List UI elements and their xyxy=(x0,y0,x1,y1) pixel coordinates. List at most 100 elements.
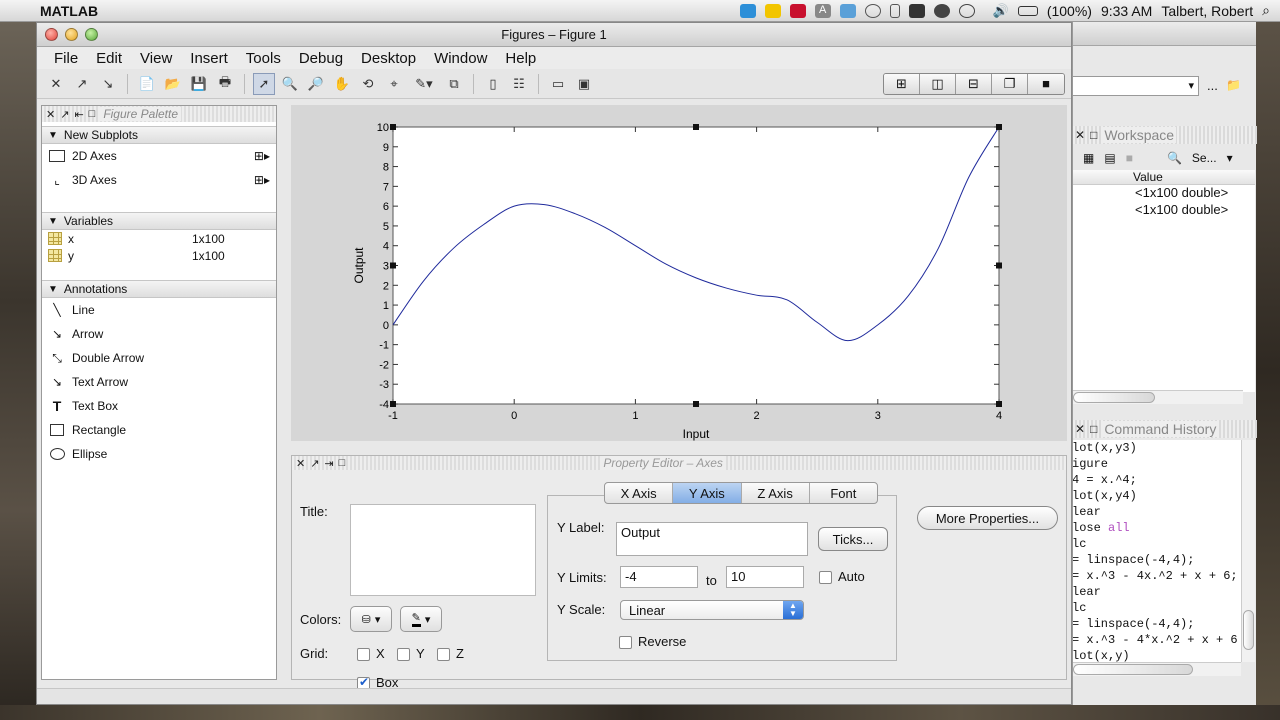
time-machine-icon[interactable] xyxy=(958,3,975,18)
axes-background[interactable] xyxy=(392,126,1000,405)
save-workspace-icon[interactable]: ▤ xyxy=(1104,151,1115,165)
history-line[interactable]: igure xyxy=(1073,456,1241,472)
history-line[interactable]: lot(x,y4) xyxy=(1073,488,1241,504)
figure-canvas[interactable]: -1 0 1 2 3 4 -4 -3 -2 -1 0 1 2 3 4 5 6 7 8 9 10 Input Output xyxy=(291,105,1067,441)
y-scale-select[interactable]: Linear ▲ ▼ xyxy=(620,600,804,620)
command-history-header[interactable]: ✕ □ Command History xyxy=(1073,420,1257,438)
section-annotations[interactable]: ▼ Annotations xyxy=(42,280,276,298)
history-line[interactable]: 4 = x.^4; xyxy=(1073,472,1241,488)
ticks-button[interactable]: Ticks... xyxy=(818,527,888,551)
selection-handle[interactable] xyxy=(390,401,396,407)
edit-plot-pointer-icon[interactable]: ➚ xyxy=(253,72,275,95)
selection-handle[interactable] xyxy=(390,124,396,130)
history-line[interactable]: = x.^3 - 4x.^2 + x + 6; xyxy=(1073,568,1241,584)
scrollbar-thumb[interactable] xyxy=(1243,610,1254,650)
section-variables[interactable]: ▼ Variables xyxy=(42,212,276,230)
history-line[interactable]: lose all xyxy=(1073,520,1241,536)
table-row[interactable]: <1x100 double> xyxy=(1073,202,1255,219)
twitter-icon[interactable] xyxy=(739,3,756,18)
collapse-triangle-icon[interactable]: ▼ xyxy=(48,284,58,295)
title-textarea[interactable] xyxy=(350,504,536,596)
chevron-down-icon[interactable]: ▾ xyxy=(1227,151,1233,165)
face-color-picker[interactable]: ⛁ ▾ xyxy=(350,606,392,632)
minimize-property-editor-icon[interactable]: ⇥ xyxy=(324,457,333,470)
evernote-icon[interactable] xyxy=(908,3,925,18)
open-file-icon[interactable]: 📂 xyxy=(162,73,184,95)
selection-handle[interactable] xyxy=(390,262,396,269)
red-app-icon[interactable] xyxy=(789,3,806,18)
notes-icon[interactable] xyxy=(764,3,781,18)
pan-hand-icon[interactable]: ✋ xyxy=(331,73,353,95)
data-cursor-icon[interactable]: ⌖ xyxy=(383,73,405,95)
command-history-horizontal-scrollbar[interactable] xyxy=(1073,662,1241,676)
section-new-subplots[interactable]: ▼ New Subplots xyxy=(42,126,276,144)
y-axis-label[interactable]: Output xyxy=(352,247,366,284)
new-figure-icon[interactable]: 📄 xyxy=(136,73,158,95)
window-titlebar[interactable]: Figures – Figure 1 xyxy=(37,23,1071,47)
selection-handle[interactable] xyxy=(693,124,699,130)
palette-header[interactable]: ✕ ↗ ⇤ □ Figure Palette xyxy=(42,106,276,122)
variable-row-x[interactable]: x 1x100 xyxy=(42,230,276,247)
scrollbar-thumb[interactable] xyxy=(1073,392,1155,403)
workspace-search-label[interactable]: Se... xyxy=(1192,151,1217,165)
menu-view[interactable]: View xyxy=(131,50,181,67)
device-icon[interactable] xyxy=(889,3,900,18)
collapse-triangle-icon[interactable]: ▼ xyxy=(48,130,58,141)
value-column-header[interactable]: Value xyxy=(1073,170,1255,185)
edge-color-picker[interactable]: ✎ ▾ xyxy=(400,606,442,632)
history-line[interactable]: lear xyxy=(1073,584,1241,600)
legend-icon[interactable]: ☷ xyxy=(508,73,530,95)
maximize-palette-icon[interactable]: □ xyxy=(89,108,96,120)
history-line[interactable]: = linspace(-4,4); xyxy=(1073,616,1241,632)
scrollbar-thumb[interactable] xyxy=(1073,664,1193,675)
table-row[interactable]: <1x100 double> xyxy=(1073,185,1255,202)
rotate-3d-icon[interactable]: ⟲ xyxy=(357,73,379,95)
menu-window[interactable]: Window xyxy=(425,50,496,67)
tab-z-axis[interactable]: Z Axis xyxy=(742,483,810,503)
current-folder-combo[interactable] xyxy=(1073,76,1199,96)
more-properties-button[interactable]: More Properties... xyxy=(917,506,1058,530)
tile-layout-icon[interactable]: ⊞ xyxy=(884,73,920,94)
menu-help[interactable]: Help xyxy=(496,50,545,67)
left-right-layout-icon[interactable]: ◫ xyxy=(920,73,956,94)
minimize-window-button[interactable] xyxy=(65,28,78,41)
save-icon[interactable]: 💾 xyxy=(188,73,210,95)
menu-tools[interactable]: Tools xyxy=(237,50,290,67)
search-icon[interactable]: 🔍 xyxy=(1167,151,1182,165)
workspace-horizontal-scrollbar[interactable] xyxy=(1073,390,1243,404)
menu-edit[interactable]: Edit xyxy=(87,50,131,67)
maximize-property-editor-icon[interactable]: □ xyxy=(339,457,346,469)
y-min-input[interactable]: -4 xyxy=(620,566,698,588)
maximize-command-history-icon[interactable]: □ xyxy=(1090,422,1097,436)
history-line[interactable]: lear xyxy=(1073,504,1241,520)
close-window-button[interactable] xyxy=(45,28,58,41)
grid-layout-picker-icon[interactable]: ⊞▸ xyxy=(254,149,270,163)
dock-icon[interactable]: ↘ xyxy=(97,73,119,95)
colorbar-icon[interactable]: ▯ xyxy=(482,73,504,95)
spotlight-icon[interactable]: ⌕ xyxy=(1262,2,1270,19)
annotation-rectangle[interactable]: Rectangle xyxy=(42,418,276,442)
grid-layout-picker-icon[interactable]: ⊞▸ xyxy=(254,173,270,187)
user-name[interactable]: Talbert, Robert xyxy=(1161,3,1253,19)
annotation-ellipse[interactable]: Ellipse xyxy=(42,442,276,466)
skype-icon[interactable] xyxy=(933,3,950,18)
auto-limits-checkbox[interactable] xyxy=(819,571,832,584)
print-icon[interactable]: 🖶 xyxy=(214,73,236,95)
undock-property-editor-icon[interactable]: ↗ xyxy=(310,457,319,470)
history-line[interactable]: lc xyxy=(1073,536,1241,552)
menu-insert[interactable]: Insert xyxy=(181,50,237,67)
maximize-layout-icon[interactable]: ■ xyxy=(1028,73,1064,94)
annotation-text-box[interactable]: T Text Box xyxy=(42,394,276,418)
selection-handle[interactable] xyxy=(996,262,1002,269)
app-menu-matlab[interactable]: MATLAB xyxy=(40,3,98,19)
undock-palette-icon[interactable]: ↗ xyxy=(60,108,69,121)
dropbox-icon[interactable] xyxy=(839,3,856,18)
brush-icon[interactable]: ✎▾ xyxy=(409,73,439,95)
grid-z-checkbox[interactable] xyxy=(437,648,450,661)
close-palette-icon[interactable]: ✕ xyxy=(46,108,55,121)
minimize-palette-icon[interactable]: ⇤ xyxy=(74,108,83,121)
annotation-arrow[interactable]: ↘ Arrow xyxy=(42,322,276,346)
palette-item-2d-axes[interactable]: 2D Axes ⊞▸ xyxy=(42,144,276,168)
delete-variable-icon[interactable]: ■ xyxy=(1126,151,1133,165)
volume-icon[interactable]: 🔊 xyxy=(993,3,1009,19)
